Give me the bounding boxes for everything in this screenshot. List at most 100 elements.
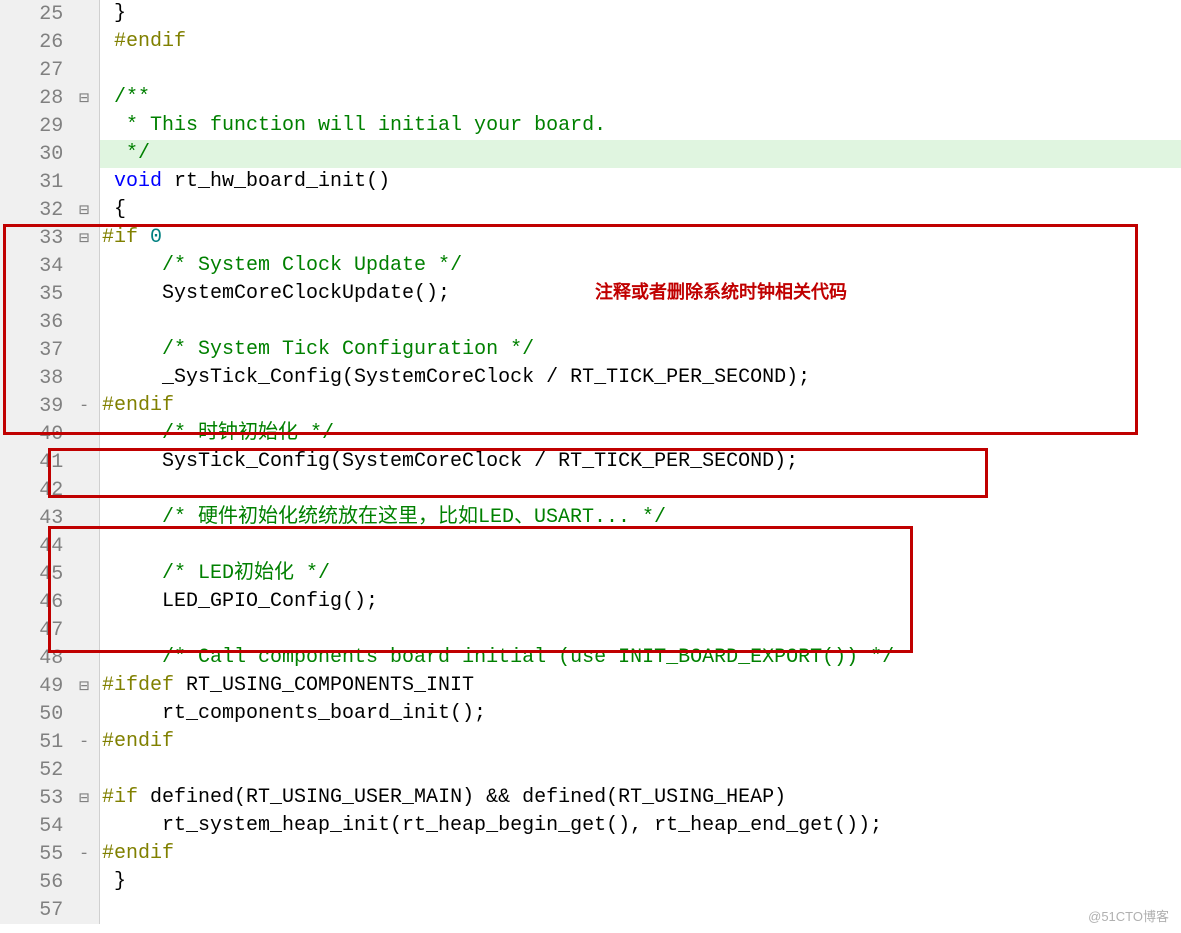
code-token: _SysTick_Config(SystemCoreClock / RT_TIC… (102, 366, 810, 389)
gutter-row: 41 (0, 448, 99, 476)
fold-icon[interactable]: ⊟ (69, 228, 99, 249)
code-line[interactable]: _SysTick_Config(SystemCoreClock / RT_TIC… (100, 364, 1181, 392)
code-line[interactable] (100, 56, 1181, 84)
line-number: 39 (0, 395, 69, 418)
fold-icon[interactable]: ⊟ (69, 200, 99, 221)
code-line[interactable]: #endif (100, 28, 1181, 56)
code-token: RT_USING_COMPONENTS_INIT (186, 674, 474, 697)
line-number: 28 (0, 87, 69, 110)
code-token: defined(RT_USING_USER_MAIN) && defined(R… (150, 786, 786, 809)
code-token: SysTick_Config(SystemCoreClock / RT_TICK… (102, 450, 798, 473)
fold-icon[interactable]: ⊟ (69, 676, 99, 697)
code-token: rt_system_heap_init(rt_heap_begin_get(),… (102, 814, 882, 837)
gutter-row: 28⊟ (0, 84, 99, 112)
gutter-row: 43 (0, 504, 99, 532)
code-line[interactable]: */ (100, 140, 1181, 168)
gutter-row: 53⊟ (0, 784, 99, 812)
gutter-row: 44 (0, 532, 99, 560)
code-token: /* System Clock Update */ (162, 254, 462, 277)
code-line[interactable]: SysTick_Config(SystemCoreClock / RT_TICK… (100, 448, 1181, 476)
code-line[interactable]: #endif (100, 728, 1181, 756)
line-number: 42 (0, 479, 69, 502)
code-editor[interactable]: 25262728⊟29303132⊟33⊟343536373839-404142… (0, 0, 1181, 924)
code-line[interactable]: #if defined(RT_USING_USER_MAIN) && defin… (100, 784, 1181, 812)
gutter-row: 54 (0, 812, 99, 840)
code-token: { (114, 198, 126, 221)
code-token: #if (102, 786, 150, 809)
code-token: /* LED初始化 */ (162, 562, 330, 585)
code-line[interactable]: #ifdef RT_USING_COMPONENTS_INIT (100, 672, 1181, 700)
code-line[interactable] (100, 532, 1181, 560)
gutter-row: 48 (0, 644, 99, 672)
gutter-row: 38 (0, 364, 99, 392)
line-number: 55 (0, 843, 69, 866)
code-token: #if (102, 226, 150, 249)
code-line[interactable]: #if 0 (100, 224, 1181, 252)
code-token (102, 422, 162, 445)
gutter-row: 35 (0, 280, 99, 308)
code-line[interactable] (100, 756, 1181, 784)
fold-icon[interactable]: ⊟ (69, 88, 99, 109)
code-line[interactable]: /* System Tick Configuration */ (100, 336, 1181, 364)
code-token: /* Call components board initial (use IN… (162, 646, 894, 669)
code-line[interactable]: /* 时钟初始化 */ (100, 420, 1181, 448)
gutter-row: 40 (0, 420, 99, 448)
line-number: 25 (0, 3, 69, 26)
code-line[interactable]: LED_GPIO_Config(); (100, 588, 1181, 616)
code-line[interactable] (100, 476, 1181, 504)
line-number: 41 (0, 451, 69, 474)
code-token: #endif (102, 730, 174, 753)
code-token: /** (114, 86, 150, 109)
gutter-row: 46 (0, 588, 99, 616)
code-token: void (114, 170, 162, 193)
code-line[interactable] (100, 308, 1181, 336)
code-line[interactable]: void rt_hw_board_init() (100, 168, 1181, 196)
fold-icon[interactable]: - (69, 397, 99, 416)
code-line[interactable]: /* 硬件初始化统统放在这里，比如LED、USART... */ (100, 504, 1181, 532)
code-line[interactable]: /** (100, 84, 1181, 112)
gutter-row: 50 (0, 700, 99, 728)
line-number: 48 (0, 647, 69, 670)
code-line[interactable]: { (100, 196, 1181, 224)
gutter-row: 47 (0, 616, 99, 644)
code-line[interactable] (100, 896, 1181, 924)
gutter-row: 49⊟ (0, 672, 99, 700)
code-line[interactable]: /* System Clock Update */ (100, 252, 1181, 280)
fold-icon[interactable]: ⊟ (69, 788, 99, 809)
code-line[interactable]: } (100, 0, 1181, 28)
code-token (102, 198, 114, 221)
code-token (102, 338, 162, 361)
fold-icon[interactable]: - (69, 733, 99, 752)
code-token: } (114, 870, 126, 893)
code-token: /* 时钟初始化 */ (162, 422, 334, 445)
code-line[interactable] (100, 616, 1181, 644)
code-line[interactable]: } (100, 868, 1181, 896)
code-area[interactable]: } #endif /** * This function will initia… (100, 0, 1181, 924)
line-number: 38 (0, 367, 69, 390)
code-line[interactable]: rt_system_heap_init(rt_heap_begin_get(),… (100, 812, 1181, 840)
line-number: 43 (0, 507, 69, 530)
code-line[interactable]: * This function will initial your board. (100, 112, 1181, 140)
line-number: 37 (0, 339, 69, 362)
code-token (102, 30, 114, 53)
line-number: 57 (0, 899, 69, 922)
code-line[interactable]: #endif (100, 392, 1181, 420)
line-number: 52 (0, 759, 69, 782)
line-number: 27 (0, 59, 69, 82)
code-line[interactable]: /* LED初始化 */ (100, 560, 1181, 588)
gutter-row: 27 (0, 56, 99, 84)
code-token (102, 870, 114, 893)
gutter-row: 37 (0, 336, 99, 364)
line-number: 33 (0, 227, 69, 250)
code-line[interactable]: #endif (100, 840, 1181, 868)
gutter-row: 45 (0, 560, 99, 588)
code-token: #endif (102, 394, 174, 417)
line-number: 40 (0, 423, 69, 446)
gutter-row: 26 (0, 28, 99, 56)
code-line[interactable]: /* Call components board initial (use IN… (100, 644, 1181, 672)
code-token: /* System Tick Configuration */ (162, 338, 534, 361)
code-line[interactable]: rt_components_board_init(); (100, 700, 1181, 728)
fold-icon[interactable]: - (69, 845, 99, 864)
code-line[interactable]: SystemCoreClockUpdate(); (100, 280, 1181, 308)
code-token: #ifdef (102, 674, 186, 697)
